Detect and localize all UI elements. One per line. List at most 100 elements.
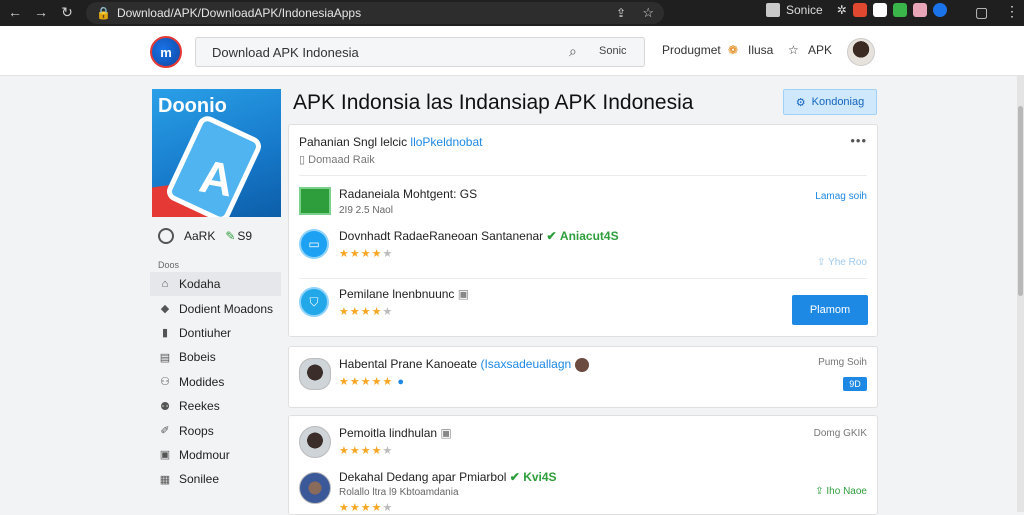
card-heading-text: Pahanian Sngl lelcic [299, 135, 408, 149]
row-faint-link[interactable]: ⇪ Yhe Roo [817, 257, 867, 268]
sidebar-item-label: Modides [179, 374, 225, 389]
page-title: APK Indonsia las Indansiap APK Indonesia [293, 91, 694, 114]
sidebar-item-roops[interactable]: ✐ Roops [150, 418, 281, 442]
bookmark-icon: ▯ [299, 154, 306, 166]
app-meta: 2I9 2.5 Naol [339, 205, 393, 216]
back-icon[interactable]: ← [4, 4, 26, 20]
grid-icon: ▦ [159, 473, 171, 486]
header-link-produgmet[interactable]: Produgmet [662, 43, 721, 57]
site-logo[interactable]: m [150, 36, 182, 68]
sidebar-item-sonilee[interactable]: ▦ Sonilee [150, 467, 281, 491]
app-thumbnail [299, 472, 331, 504]
extension-green-icon[interactable] [892, 3, 907, 17]
app-hero-image: A Doonio [152, 89, 281, 217]
filter-icon: ⚙ [795, 96, 806, 109]
list-item[interactable]: ▭ Dovnhadt RadaeRaneoan Santanenar ✔ Ani… [289, 227, 877, 271]
sidebar-item-label: Modmour [179, 447, 230, 462]
sidebar-item-label: Bobeis [179, 350, 216, 365]
sidebar-section-label: Doos [158, 260, 180, 270]
people-icon: ⚉ [160, 400, 170, 413]
app-list-card: Habental Prane Kanoeate (Isaxsadeuallagn… [288, 346, 878, 408]
sidebar-item-dodient-moadons[interactable]: ◆ Dodient Moadons [150, 296, 281, 320]
app-title-tag: Aniacut4S [559, 229, 619, 243]
sidebar-item-modides[interactable]: ⚇ Modides [150, 370, 281, 394]
row-date: Domg GKIK [813, 428, 867, 439]
star-rating: ★★★★★ [339, 248, 394, 260]
sidebar-item-bobeis[interactable]: ▤ Bobeis [150, 345, 281, 369]
address-bar[interactable]: 🔒 Download/APK/DownloadAPK/IndonesiaApps… [86, 2, 664, 24]
divider [299, 278, 867, 279]
sidebar-item-modmour[interactable]: ▣ Modmour [150, 443, 281, 467]
lock-icon: 🔒 [96, 6, 111, 20]
stat-apk: AaRK [184, 229, 216, 243]
row-download-link[interactable]: ⇪ Iho Naoe [815, 486, 867, 497]
logo-text: m [160, 44, 172, 60]
app-title-link[interactable]: (Isaxsadeuallagn [480, 357, 571, 371]
app-title: Pemoitla lindhulan ▣ [339, 426, 452, 440]
star-rating: ★★★★★ [339, 502, 394, 514]
reload-icon[interactable]: ↻ [56, 4, 78, 21]
profile-label[interactable]: Sonice [786, 3, 823, 17]
window-tile-icon[interactable]: ▢ [975, 4, 988, 21]
sidebar-item-reekes[interactable]: ⚉ Reekes [150, 394, 281, 418]
card-subtitle-text: Domaad Raik [308, 154, 375, 166]
extension-pink-icon[interactable] [912, 3, 927, 17]
row-date: Pumg Soih [818, 357, 867, 368]
row-download-text: Iho Naoe [826, 486, 867, 497]
scrollbar-thumb[interactable] [1018, 106, 1023, 296]
app-meta: Rolallo ltra l9 Kbtoamdania [339, 487, 459, 498]
search-button[interactable]: Sonic [599, 45, 627, 57]
app-title-text: Pemilane lnenbnuunc [339, 287, 455, 301]
app-icon-circle: ▭ [299, 229, 329, 259]
verified-check-icon: ✔ [546, 229, 557, 243]
app-stats: AaRK ✎ S9 [158, 228, 252, 244]
app-title: Dovnhadt RadaeRaneoan Santanenar ✔ Aniac… [339, 229, 619, 243]
app-title: Pemilane lnenbnuunc ▣ [339, 287, 469, 301]
extension-puzzle-icon[interactable]: ✲ [837, 3, 847, 17]
list-item[interactable]: Radaneiala Mohtgent: GS 2I9 2.5 Naol Lam… [289, 185, 877, 225]
card-heading-link[interactable]: lloPkeldnobat [410, 135, 482, 149]
more-options-icon[interactable]: ••• [850, 133, 867, 148]
forward-icon[interactable]: → [30, 4, 52, 20]
star-outline-icon[interactable]: ☆ [788, 43, 799, 57]
header-link-apk[interactable]: APK [808, 43, 832, 57]
extension-red-icon[interactable] [852, 3, 867, 17]
app-list-card: Pahanian Sngl lelcic lloPkeldnobat ▯ Dom… [288, 124, 878, 337]
pen-icon: ✐ [160, 425, 170, 438]
stat-count: S9 [237, 229, 253, 243]
url-text: Download/APK/DownloadAPK/IndonesiaApps [116, 6, 362, 20]
home-icon: ⌂ [161, 278, 169, 291]
verified-check-icon: ✔ [509, 470, 520, 484]
share-icon[interactable]: ⇪ [616, 6, 626, 20]
sidebar-item-dontiuher[interactable]: ▮ Dontiuher [150, 321, 281, 345]
author-avatar-icon [574, 357, 589, 372]
page-scrollbar[interactable] [1017, 76, 1024, 512]
search-input[interactable]: Download APK Indonesia [196, 45, 359, 60]
user-avatar[interactable] [847, 38, 875, 66]
extension-white-icon[interactable] [872, 3, 887, 17]
app-thumbnail [299, 426, 331, 458]
app-thumbnail [299, 187, 331, 215]
search-icon[interactable]: ⌕ [569, 43, 577, 60]
app-thumbnail [299, 358, 331, 390]
row-action-link[interactable]: Lamag soih [815, 191, 867, 202]
header-link-ilusa[interactable]: Ilusa [748, 43, 773, 57]
search-bar[interactable]: Download APK Indonesia ⌕ Sonic [195, 37, 645, 67]
app-title-text: Dekahal Dedang apar Pmiarbol [339, 470, 507, 484]
install-button[interactable]: Plamom [792, 295, 868, 325]
gift-icon[interactable]: ❁ [728, 43, 738, 57]
download-circle-icon [158, 228, 174, 244]
list-item[interactable]: ⛉ Pemilane lnenbnuunc ▣ ★★★★★ Plamom [289, 285, 877, 329]
row-faint-text: Yhe Roo [828, 257, 867, 268]
profile-icon[interactable] [766, 3, 780, 17]
sidebar-item-kodaha[interactable]: ⌂ Kodaha [150, 272, 281, 297]
sidebar-item-label: Dontiuher [179, 325, 232, 340]
bookmark-star-icon[interactable]: ☆ [642, 5, 654, 21]
browser-menu-icon[interactable]: ⋮ [1005, 3, 1019, 20]
sidebar-item-label: Reekes [179, 399, 220, 414]
extension-blue-icon[interactable] [932, 3, 947, 17]
top-action-button[interactable]: ⚙ Kondoniag [783, 89, 877, 115]
star-rating: ★★★★★ ● [339, 376, 406, 388]
app-title: Habental Prane Kanoeate (Isaxsadeuallagn [339, 357, 589, 372]
version-badge[interactable]: 9D [843, 377, 867, 391]
